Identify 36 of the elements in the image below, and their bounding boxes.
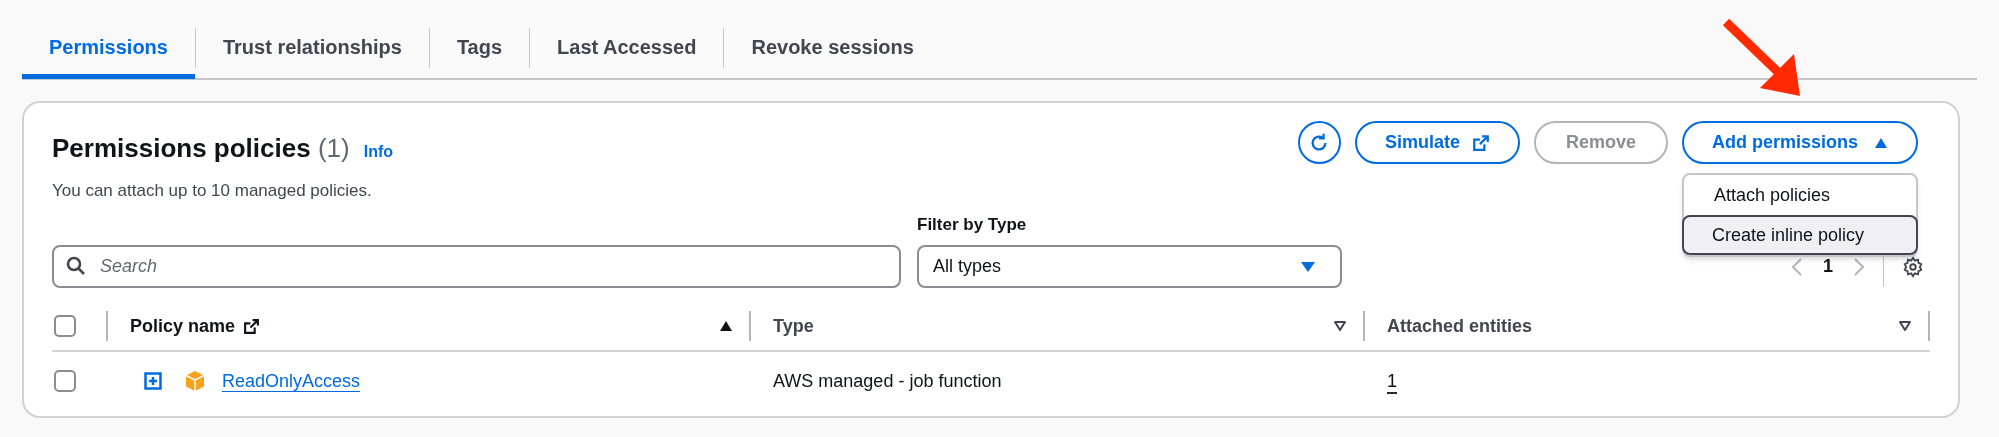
- column-header[interactable]: Type: [773, 312, 814, 340]
- tab[interactable]: Trust relationships: [195, 19, 429, 79]
- info-link[interactable]: Info: [363, 140, 393, 164]
- column-header[interactable]: Policy name: [130, 312, 261, 340]
- tab[interactable]: Last Accessed: [530, 19, 724, 79]
- table-cell-text: 1: [1386, 369, 1398, 393]
- menu-item[interactable]: Create inline policy: [1681, 215, 1918, 255]
- filter-label: Filter by Type: [917, 213, 1028, 236]
- panel-description: You can attach up to 10 managed policies.: [52, 180, 373, 202]
- column-header[interactable]: Attached entities: [1387, 312, 1533, 340]
- tab[interactable]: Permissions: [22, 19, 195, 79]
- checkbox[interactable]: [54, 370, 76, 392]
- simulate-button[interactable]: Simulate: [1354, 121, 1520, 164]
- external-link-icon: [243, 317, 261, 335]
- sort-icon[interactable]: [1898, 320, 1912, 332]
- caret-icon: [1300, 260, 1316, 273]
- expand-icon[interactable]: [144, 372, 162, 390]
- menu-item[interactable]: Attach policies: [1683, 175, 1916, 215]
- add-permissions-button[interactable]: Add permissions: [1681, 121, 1918, 164]
- search-icon: [66, 256, 86, 276]
- type-select[interactable]: All types: [917, 245, 1342, 288]
- table-cell-text: AWS managed - job function: [772, 369, 1003, 393]
- settings-icon[interactable]: [1902, 255, 1924, 278]
- tab[interactable]: Tags: [429, 19, 530, 79]
- cube-icon: [184, 370, 206, 392]
- policy-link[interactable]: ReadOnlyAccess: [222, 367, 361, 395]
- sort-ascending-icon[interactable]: [719, 320, 733, 332]
- tab[interactable]: Revoke sessions: [724, 19, 941, 79]
- refresh-button[interactable]: [1297, 121, 1341, 164]
- page-number[interactable]: 1: [1823, 253, 1833, 280]
- search-field[interactable]: Search: [52, 245, 901, 288]
- caret-icon: [1874, 136, 1888, 149]
- external-link-icon: [1471, 133, 1490, 152]
- panel-title: Permissions policies (1): [52, 132, 350, 165]
- checkbox[interactable]: [54, 315, 76, 337]
- sort-icon[interactable]: [1333, 320, 1347, 332]
